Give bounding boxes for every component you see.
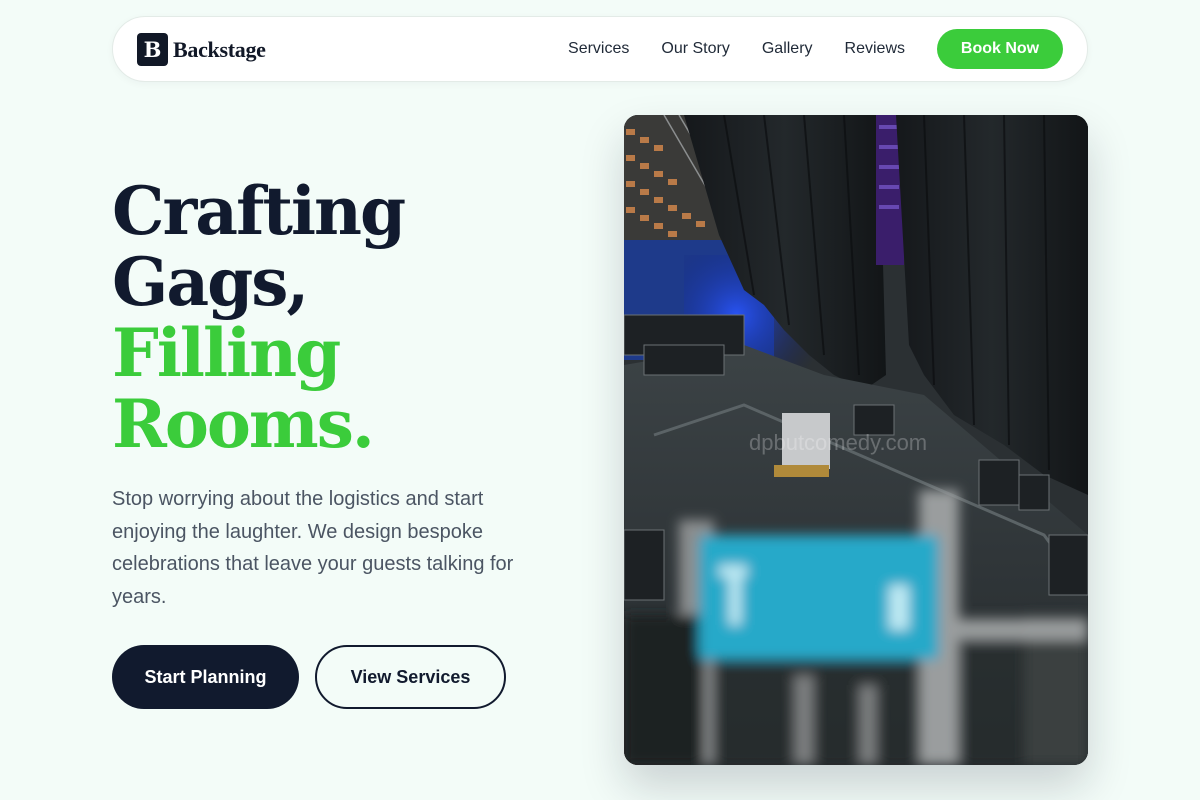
hero-title: Crafting Gags, Filling Rooms. [112, 172, 406, 463]
venue-stage-photo: dpbutcomedy.com [624, 115, 1088, 765]
hero-title-line-3: Filling [112, 314, 341, 392]
hero-image: dpbutcomedy.com [624, 115, 1088, 765]
logo[interactable]: B Backstage [137, 33, 266, 66]
logo-text: Backstage [173, 36, 266, 62]
nav-link-our-story[interactable]: Our Story [661, 40, 729, 58]
nav-link-reviews[interactable]: Reviews [845, 40, 905, 58]
hero-title-line-1: Crafting [112, 172, 406, 250]
hero-description: Stop worrying about the logistics and st… [112, 488, 514, 608]
book-now-button[interactable]: Book Now [937, 29, 1063, 69]
nav-link-services[interactable]: Services [568, 40, 629, 58]
start-planning-button[interactable]: Start Planning [112, 645, 299, 709]
hero-title-line-2: Gags, [112, 243, 309, 321]
view-services-button[interactable]: View Services [315, 645, 506, 709]
logo-mark-icon: B [137, 33, 168, 66]
image-watermark: dpbutcomedy.com [749, 430, 927, 455]
nav-link-gallery[interactable]: Gallery [762, 40, 813, 58]
nav-links: Services Our Story Gallery Reviews [536, 17, 905, 81]
hero-title-line-4: Rooms. [112, 385, 375, 463]
navbar: B Backstage Services Our Story Gallery R… [112, 16, 1088, 82]
